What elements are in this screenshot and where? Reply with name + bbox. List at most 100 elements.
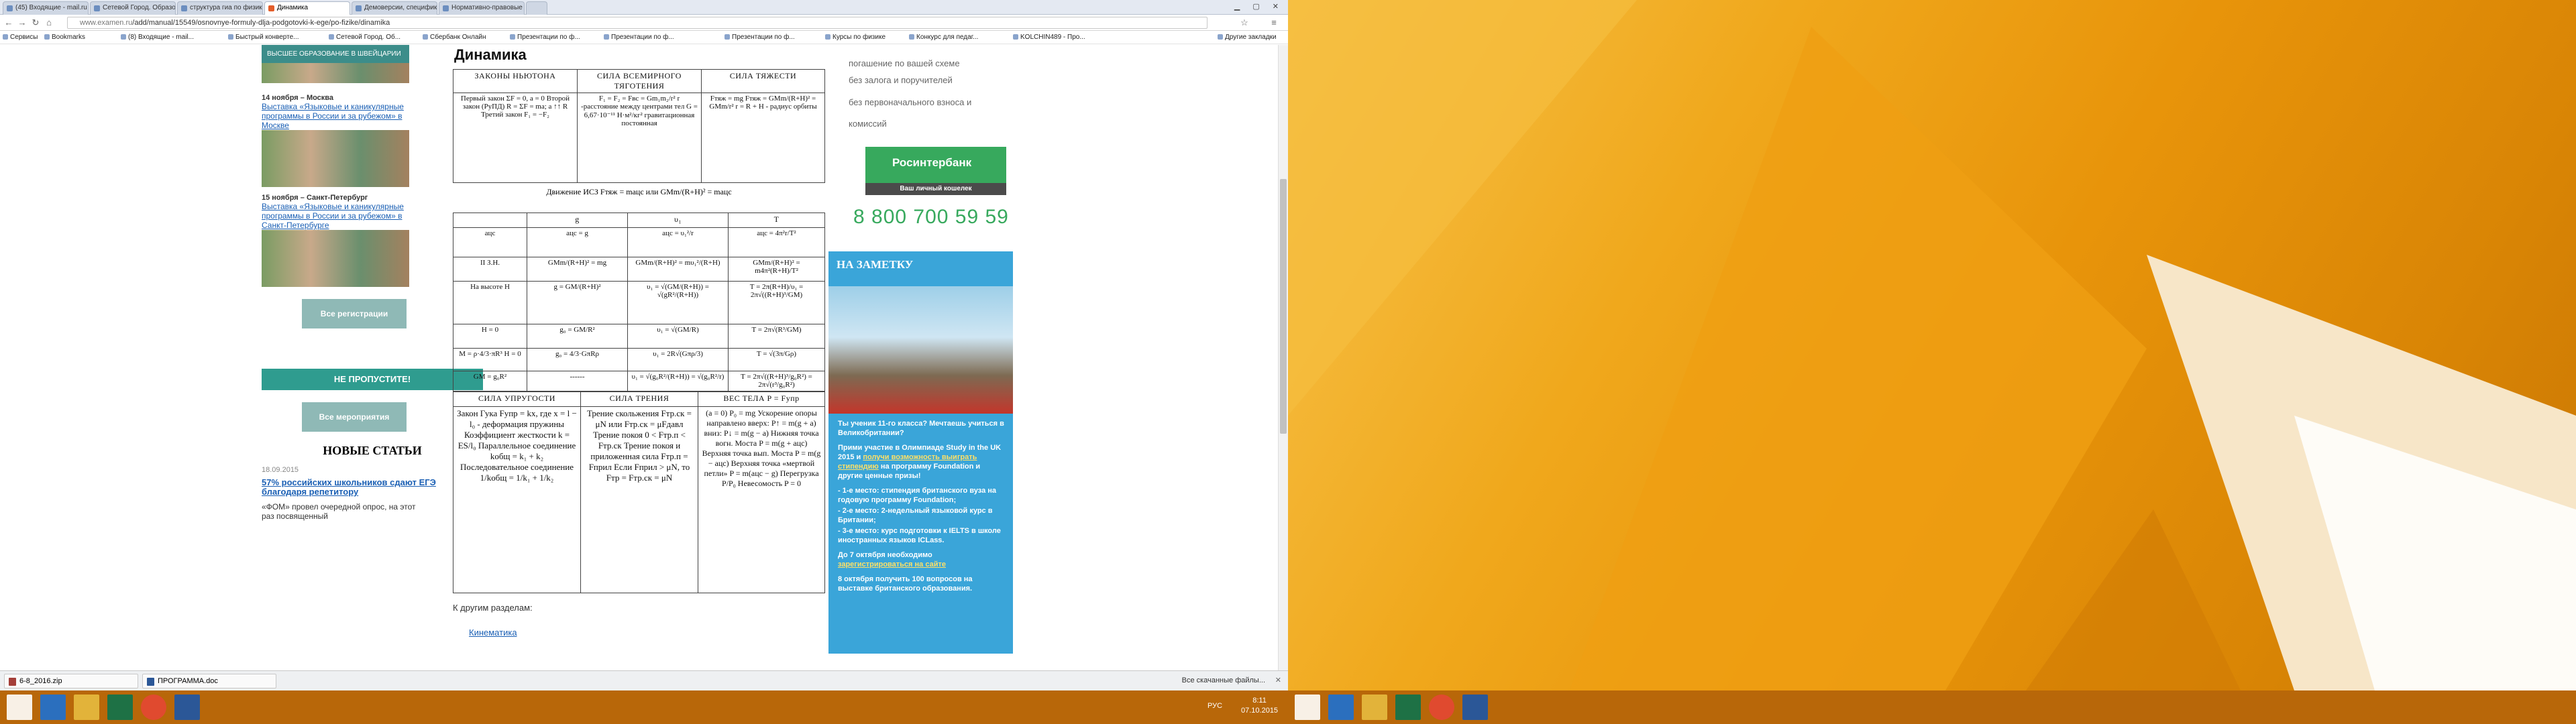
bookmark-item[interactable]: Презентации по ф... [604,34,674,41]
tab-strip: (45) Входящие - mail.ru Сетевой Город. О… [0,0,1288,15]
tab-legal[interactable]: Нормативно-правовые [439,1,525,15]
download-bar: 6-8_2016.zip ПРОГРАММА.doc Все скачанные… [0,670,1288,690]
bookmark-item[interactable]: Сетевой Город. Об... [329,34,400,41]
news-date: 18.09.2015 [262,466,299,474]
table-cell: T = 2π(R+H)/υ₁ = 2π√((R+H)³/GM) [728,281,825,324]
table-header: СИЛА УПРУГОСТИ [453,391,581,407]
note-para: Прими участие в Олимпиаде Study in the U… [838,444,1002,480]
table-header: υ₁ [627,213,729,228]
table-header: СИЛА ТРЕНИЯ [580,391,698,407]
word-icon[interactable] [1462,695,1488,720]
start-icon[interactable] [7,695,32,720]
all-registrations-button[interactable]: Все регистрации [302,299,407,328]
reload-icon[interactable]: ↻ [30,17,42,29]
bookmark-item[interactable]: Bookmarks [44,34,85,41]
table-cell: T = √(3π/Gρ) [728,348,825,371]
note-text: Ты ученик 11-го класса? Мечтаешь учиться… [838,419,1006,599]
chrome-icon[interactable] [141,695,166,720]
table-cell: (a = 0) P₀ = mg Ускорение опоры направле… [698,406,825,593]
table-cell: GMm/(R+H)² = mυ₁²/(R+H) [627,257,729,282]
all-events-button[interactable]: Все мероприятия [302,402,407,432]
bookmark-item[interactable]: Курсы по физике [825,34,885,41]
bookmark-item[interactable]: Сбербанк Онлайн [423,34,486,41]
table-cell: M = ρ·4/3·πR³ H = 0 [453,348,527,371]
page-scrollbar[interactable] [1278,45,1288,670]
bookmark-item[interactable]: Презентации по ф... [510,34,580,41]
table-cell: T = 2π√(R³/GM) [728,324,825,349]
all-downloads-link[interactable]: Все скачанные файлы... [1182,676,1265,684]
site-icon [181,5,187,11]
explorer-icon[interactable] [1362,695,1387,720]
download-item[interactable]: 6-8_2016.zip [4,674,138,688]
start-icon-2[interactable] [1295,695,1320,720]
input-language[interactable]: РУС [1208,701,1222,711]
tab-network-city[interactable]: Сетевой Город. Образов [90,1,176,15]
star-icon[interactable]: ☆ [1238,17,1250,29]
table-cell: H = 0 [453,324,527,349]
dont-miss-banner: НЕ ПРОПУСТИТЕ! [262,369,483,390]
bookmark-item[interactable]: Быстрый конверте... [228,34,299,41]
ie-icon[interactable] [1328,695,1354,720]
download-item[interactable]: ПРОГРАММА.doc [142,674,276,688]
bookmark-item[interactable]: KOLCHIN489 - Про... [1013,34,1085,41]
note-prize: - 3-е место: курс подготовки к IELTS в ш… [838,527,1001,544]
scrollbar-thumb[interactable] [1280,179,1287,434]
chrome-icon[interactable] [1429,695,1454,720]
event-link[interactable]: Выставка «Языковые и каникулярные програ… [262,102,416,130]
table-cell: g₀ = GM/R² [527,324,628,349]
table-cell: Первый закон ΣF = 0, a = 0 Второй закон … [453,93,578,183]
event-date: 15 ноября – Санкт-Петербург [262,194,368,202]
tab-demo[interactable]: Демоверсии, специфик [352,1,437,15]
main-column: Динамика ЗАКОНЫ НЬЮТОНА СИЛА ВСЕМИРНОГО … [453,45,825,638]
excel-icon[interactable] [1395,695,1421,720]
table-header: ЗАКОНЫ НЬЮТОНА [453,69,578,93]
table-cell: T = 2π√((R+H)³/g₀R²) = 2π√(r³/g₀R²) [728,371,825,391]
table-cell: g = GM/(R+H)² [527,281,628,324]
bookmark-item[interactable]: Конкурс для педаг... [909,34,978,41]
address-bar[interactable]: www.examen.ru/add/manual/15549/osnovnye-… [67,17,1208,29]
bank-phone: 8 800 700 59 59 [853,206,1009,228]
page-title: Динамика [454,46,527,63]
news-link[interactable]: 57% российских школьников сдают ЕГЭ благ… [262,478,436,497]
tab-mail[interactable]: (45) Входящие - mail.ru [3,1,89,15]
menu-icon[interactable]: ≡ [1268,17,1280,29]
formula-table-satellite: g υ₁ T aцс aцс = g aцс = υ₁²/r aцс = 4π²r/T… [453,213,825,391]
bank-ad[interactable]: Росинтербанк Ваш личный кошелек [865,147,1006,195]
explorer-icon[interactable] [74,695,99,720]
satellite-motion-formula: Движение ИСЗ Fтяж = maцс или GMm/(R+H)² … [546,187,732,196]
close-icon[interactable]: ✕ [1275,676,1281,684]
promo-banner[interactable]: ВЫСШЕЕ ОБРАЗОВАНИЕ В ШВЕЙЦАРИИ [262,45,409,63]
uk-olympiad-ad[interactable]: НА ЗАМЕТКУ Ты ученик 11-го класса? Мечта… [828,251,1013,654]
register-link[interactable]: зарегистрироваться на сайте [838,560,946,568]
bookmark-other[interactable]: Другие закладки [1218,34,1277,41]
word-icon[interactable] [174,695,200,720]
other-sections: К другим разделам: Кинематика [453,603,825,638]
table-header: ВЕС ТЕЛА P = Fупр [698,391,825,407]
bookmark-item[interactable]: Презентации по ф... [724,34,795,41]
table-cell: На высоте H [453,281,527,324]
forward-icon[interactable]: → [16,17,28,29]
new-tab-button[interactable] [526,1,547,15]
bookmark-item[interactable]: (8) Входящие - mail... [121,34,194,41]
clock[interactable]: 8:11 07.10.2015 [1241,696,1278,716]
note-question: Ты ученик 11-го класса? Мечтаешь учиться… [838,420,1004,437]
back-icon[interactable]: ← [3,17,15,29]
wallpaper-shapes [1288,0,2576,690]
table-cell: Трение скольжения Fтр.ск = μN или Fтр.ск… [580,406,698,593]
tab-gia-structure[interactable]: структура гиа по физик [177,1,263,15]
excel-icon[interactable] [107,695,133,720]
loan-feature: без первоначального взноса и комиссий [849,97,972,129]
window-controls[interactable]: ▁ ▢ ✕ [1234,2,1284,11]
bookmark-item[interactable]: Сервисы [3,34,38,41]
event-link[interactable]: Выставка «Языковые и каникулярные програ… [262,202,416,230]
tab-dynamics[interactable]: Динамика [264,1,350,15]
table-header: СИЛА ТЯЖЕСТИ [701,69,825,93]
table-cell: GMm/(R+H)² = m4π²(R+H)/T² [728,257,825,282]
table-cell: II З.Н. [453,257,527,282]
note-prize: - 1-е место: стипендия британского вуза … [838,487,997,504]
kinematics-link[interactable]: Кинематика [453,627,825,638]
home-icon[interactable]: ⌂ [43,17,55,29]
ie-icon[interactable] [40,695,66,720]
table-cell: υ₁ = √(GM/R) [627,324,729,349]
formula-table-forces: СИЛА УПРУГОСТИ СИЛА ТРЕНИЯ ВЕС ТЕЛА P = … [453,391,825,593]
